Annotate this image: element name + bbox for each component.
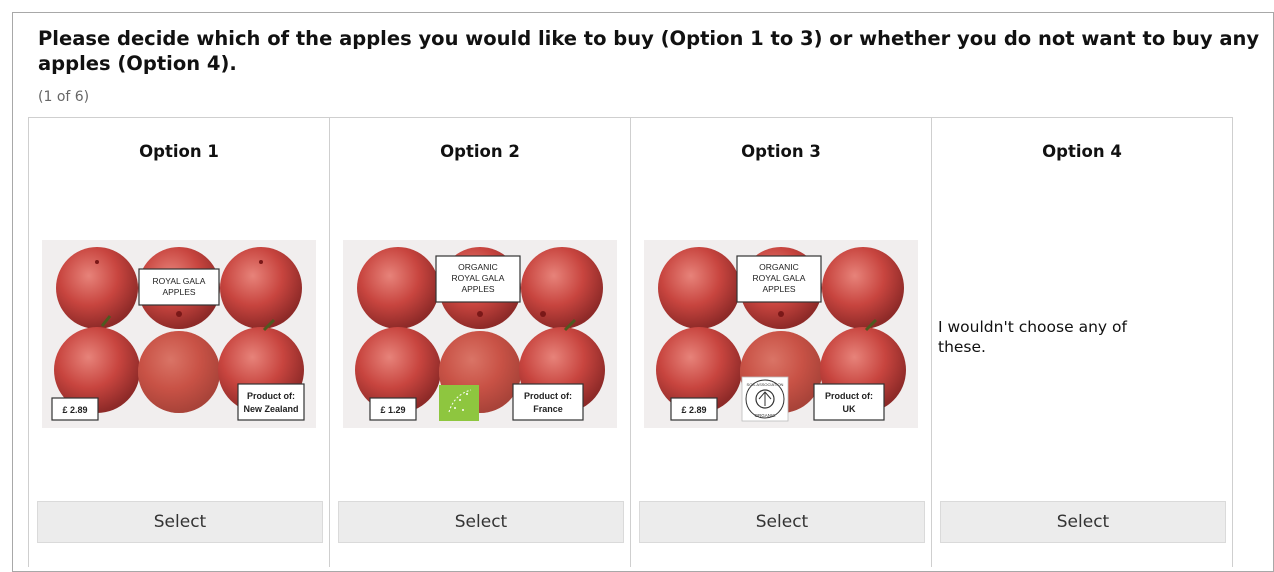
soil-association-organic-icon: SOIL ASSOCIATION ORGANIC <box>741 376 789 422</box>
origin-label-line-1: Product of: <box>825 391 873 401</box>
pack-label-line-3: APPLES <box>461 284 494 294</box>
option-3-title: Option 3 <box>741 142 821 161</box>
option-4-cell: Option 4 I wouldn't choose any of these.… <box>932 118 1233 567</box>
eu-organic-leaf-icon <box>439 385 479 421</box>
pack-label-line-3: APPLES <box>762 284 795 294</box>
option-1-title: Option 1 <box>139 142 219 161</box>
origin-label-line-2: UK <box>843 404 856 414</box>
option-2-cell: Option 2 ORGANIC ROYAL GALA APPLES £ 1.2… <box>330 118 631 567</box>
option-1-cell: Option 1 ROYAL GALA APPLES £ 2.89 Produc… <box>29 118 330 567</box>
price-label: £ 2.89 <box>62 405 87 415</box>
price-label: £ 2.89 <box>681 405 706 415</box>
pack-label-line-1: ROYAL GALA <box>153 276 206 286</box>
pack-label-line-2: APPLES <box>162 287 195 297</box>
progress-counter: (1 of 6) <box>38 89 90 105</box>
option-2-title: Option 2 <box>440 142 520 161</box>
origin-label-line-2: France <box>533 404 563 414</box>
pack-label-line-1: ORGANIC <box>759 262 799 272</box>
origin-label-line-2: New Zealand <box>243 404 298 414</box>
soil-logo-bottom-text: ORGANIC <box>754 413 776 418</box>
price-label: £ 1.29 <box>380 405 405 415</box>
select-option-3-button[interactable]: Select <box>639 501 925 543</box>
question-heading: Please decide which of the apples you wo… <box>38 27 1260 75</box>
pack-label-line-1: ORGANIC <box>458 262 498 272</box>
pack-label-line-2: ROYAL GALA <box>452 273 505 283</box>
origin-label-line-1: Product of: <box>247 391 295 401</box>
option-3-cell: Option 3 ORGANIC ROYAL GALA APPLES £ 2.8… <box>631 118 932 567</box>
pack-label-line-2: ROYAL GALA <box>753 273 806 283</box>
apple-pack-image-3: ORGANIC ROYAL GALA APPLES £ 2.89 SOIL AS… <box>644 240 918 428</box>
soil-logo-top-text: SOIL ASSOCIATION <box>747 382 784 387</box>
apple-pack-image-2: ORGANIC ROYAL GALA APPLES £ 1.29 Product… <box>343 240 617 428</box>
options-table: Option 1 ROYAL GALA APPLES £ 2.89 Produc… <box>28 117 1233 567</box>
option-4-title: Option 4 <box>1042 142 1122 161</box>
select-option-2-button[interactable]: Select <box>338 501 624 543</box>
no-choice-text: I wouldn't choose any of these. <box>938 318 1127 356</box>
select-option-1-button[interactable]: Select <box>37 501 323 543</box>
apple-pack-image-1: ROYAL GALA APPLES £ 2.89 Product of: New… <box>42 240 316 428</box>
select-option-4-button[interactable]: Select <box>940 501 1226 543</box>
origin-label-line-1: Product of: <box>524 391 572 401</box>
